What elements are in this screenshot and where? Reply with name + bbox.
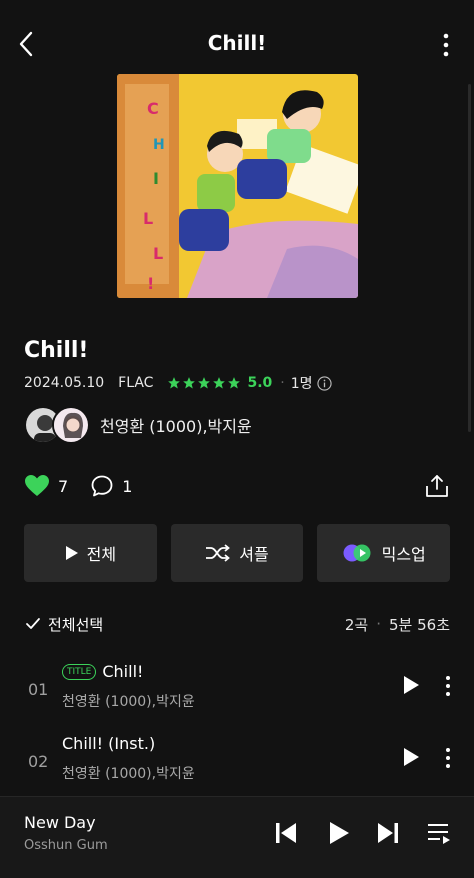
track-title-row: Chill! (Inst.) bbox=[62, 734, 155, 753]
artist-row[interactable]: 천영환 (1000),박지윤 bbox=[24, 405, 252, 445]
track-artist: 천영환 (1000),박지윤 bbox=[62, 766, 195, 782]
shuffle-button[interactable]: 셔플 bbox=[170, 524, 304, 582]
more-vertical-icon[interactable] bbox=[434, 30, 458, 60]
album-meta: 2024.05.10 FLAC 5.0 · 1명 bbox=[24, 373, 332, 393]
play-icon[interactable] bbox=[328, 821, 350, 845]
album-cover: C H I L L ! bbox=[117, 74, 358, 298]
like-count: 7 bbox=[58, 476, 69, 496]
star-icon bbox=[183, 377, 196, 389]
star-icon bbox=[168, 377, 181, 389]
release-date: 2024.05.10 bbox=[24, 375, 105, 391]
mini-player[interactable]: New Day Osshun Gum bbox=[0, 796, 474, 878]
title-badge: TITLE bbox=[62, 663, 97, 680]
comment-count: 1 bbox=[122, 476, 133, 496]
svg-text:C: C bbox=[147, 99, 159, 118]
track-artist: 천영환 (1000),박지윤 bbox=[62, 694, 195, 710]
song-count: 2곡 bbox=[344, 615, 369, 634]
star-icon bbox=[198, 377, 211, 389]
play-icon[interactable] bbox=[400, 674, 422, 696]
svg-text:L: L bbox=[153, 244, 163, 263]
album-title: Chill! bbox=[24, 338, 89, 363]
more-vertical-icon[interactable] bbox=[438, 674, 458, 698]
info-icon[interactable] bbox=[316, 375, 332, 391]
action-buttons: 전체 셔플 믹스업 bbox=[24, 524, 451, 582]
previous-track-icon[interactable] bbox=[274, 821, 298, 845]
audio-format: FLAC bbox=[118, 375, 154, 391]
playlist-icon[interactable] bbox=[426, 821, 452, 845]
now-playing-title[interactable]: New Day bbox=[24, 813, 96, 832]
mixup-icon bbox=[343, 544, 371, 562]
rating-stars[interactable] bbox=[167, 376, 241, 390]
rating-value: 5.0 bbox=[247, 375, 273, 391]
now-playing-artist[interactable]: Osshun Gum bbox=[24, 838, 108, 853]
scroll-indicator[interactable] bbox=[468, 84, 471, 432]
svg-text:L: L bbox=[143, 209, 153, 228]
checkmark-icon[interactable] bbox=[24, 615, 42, 633]
play-all-button[interactable]: 전체 bbox=[24, 524, 157, 582]
social-row: 7 1 bbox=[24, 474, 154, 498]
track-row[interactable]: 01 TITLE Chill! 천영환 (1000),박지윤 bbox=[0, 662, 474, 724]
shuffle-label: 셔플 bbox=[239, 545, 269, 564]
total-duration: 5분 56초 bbox=[389, 615, 450, 634]
star-icon bbox=[213, 377, 226, 389]
rating-count: 1명 bbox=[290, 376, 313, 392]
select-all-label[interactable]: 전체선택 bbox=[48, 614, 103, 635]
top-bar: Chill! bbox=[0, 0, 474, 72]
next-track-icon[interactable] bbox=[376, 821, 400, 845]
track-number: 01 bbox=[28, 680, 49, 699]
track-number: 02 bbox=[28, 752, 49, 771]
track-title: Chill! bbox=[102, 662, 144, 681]
track-row[interactable]: 02 Chill! (Inst.) 천영환 (1000),박지윤 bbox=[0, 734, 474, 796]
page-title: Chill! bbox=[207, 31, 267, 55]
mixup-button[interactable]: 믹스업 bbox=[317, 524, 451, 582]
track-title-row: TITLE Chill! bbox=[62, 662, 143, 681]
comment-icon[interactable] bbox=[90, 474, 114, 498]
more-vertical-icon[interactable] bbox=[438, 746, 458, 770]
svg-text:I: I bbox=[153, 169, 159, 188]
artist-avatar[interactable] bbox=[52, 406, 90, 444]
track-title: Chill! (Inst.) bbox=[62, 734, 156, 753]
artist-names[interactable]: 천영환 (1000),박지윤 bbox=[100, 413, 252, 437]
svg-text:!: ! bbox=[147, 274, 154, 293]
shuffle-icon bbox=[206, 544, 231, 562]
star-icon bbox=[228, 377, 241, 389]
mixup-label: 믹스업 bbox=[381, 545, 426, 564]
play-all-label: 전체 bbox=[86, 545, 117, 564]
play-icon bbox=[65, 546, 78, 560]
heart-icon[interactable] bbox=[24, 474, 50, 498]
track-select-bar: 전체선택 2곡 · 5분 56초 bbox=[24, 612, 450, 636]
play-icon[interactable] bbox=[400, 746, 422, 768]
share-icon[interactable] bbox=[424, 473, 450, 499]
svg-text:H: H bbox=[153, 137, 165, 153]
